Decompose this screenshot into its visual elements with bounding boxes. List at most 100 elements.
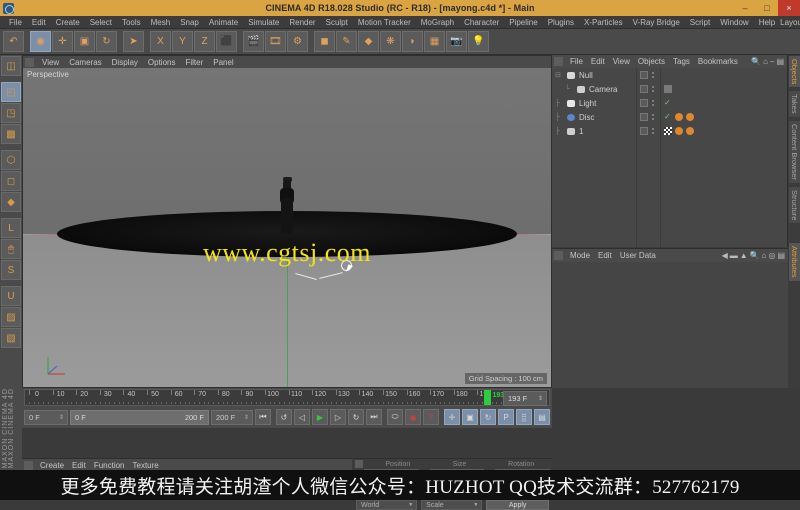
magnet-icon[interactable]: U: [1, 286, 21, 306]
texture-mode-icon[interactable]: ▩: [1, 124, 21, 144]
render-settings-icon[interactable]: ⚙: [287, 31, 308, 52]
visibility-dots[interactable]: [652, 100, 654, 106]
object-list[interactable]: ⊟ Null └ Camera ├ Light ✓ ├ Disc ✓ ├ 1: [552, 68, 787, 247]
menu-item-v-ray-bridge[interactable]: V-Ray Bridge: [628, 16, 685, 29]
play-button[interactable]: ▶: [312, 409, 328, 425]
end-frame-field[interactable]: 200 F ⇕: [211, 409, 253, 425]
scale-icon[interactable]: ▣: [74, 31, 95, 52]
scene-object-icon[interactable]: ◗: [402, 31, 423, 52]
right-tab-objects[interactable]: Objects: [788, 55, 800, 89]
menu-item-animate[interactable]: Animate: [204, 16, 243, 29]
object-row[interactable]: ├ Disc ✓: [552, 110, 787, 124]
record-active-objects-button[interactable]: ⬭: [387, 409, 403, 425]
menu-item-select[interactable]: Select: [85, 16, 117, 29]
attribute-menu-edit[interactable]: Edit: [594, 251, 616, 260]
menu-item-window[interactable]: Window: [715, 16, 753, 29]
spline-pen-icon[interactable]: ✎: [336, 31, 357, 52]
menu-item-character[interactable]: Character: [459, 16, 504, 29]
tree-expand-icon[interactable]: ⊟: [555, 71, 565, 79]
forward-icon[interactable]: ▬: [730, 251, 738, 260]
workplane-lock-icon[interactable]: ▧: [1, 328, 21, 348]
menu-item-plugins[interactable]: Plugins: [543, 16, 579, 29]
go-to-end-button[interactable]: ⏭: [366, 409, 382, 425]
check-tag-icon[interactable]: ✓: [664, 99, 672, 107]
parameter-key-button[interactable]: P: [498, 409, 514, 425]
world-coordinate-icon[interactable]: ⬛: [216, 31, 237, 52]
visibility-dots[interactable]: [652, 86, 654, 92]
object-menu-bookmarks[interactable]: Bookmarks: [694, 57, 742, 66]
lock-icon[interactable]: ⌂: [762, 251, 767, 260]
menu-item-edit[interactable]: Edit: [27, 16, 51, 29]
object-row[interactable]: ⊟ Null: [552, 68, 787, 82]
previous-keyframe-button[interactable]: ↺: [276, 409, 292, 425]
rotation-key-button[interactable]: ↻: [480, 409, 496, 425]
go-to-start-button[interactable]: ⏮: [255, 409, 271, 425]
axis-y-icon[interactable]: Y: [172, 31, 193, 52]
material-menu-texture[interactable]: Texture: [129, 461, 163, 470]
frame-range-slider[interactable]: 0 F 200 F: [70, 409, 209, 425]
environment-icon[interactable]: ▦: [424, 31, 445, 52]
object-row[interactable]: ├ Light ✓: [552, 96, 787, 110]
object-menu-view[interactable]: View: [609, 57, 634, 66]
next-keyframe-button[interactable]: ↻: [348, 409, 364, 425]
material-menu-edit[interactable]: Edit: [68, 461, 90, 470]
light-icon[interactable]: 💡: [468, 31, 489, 52]
material-tag-icon[interactable]: [686, 127, 694, 135]
material-tag-icon[interactable]: [675, 127, 683, 135]
position-key-button[interactable]: ✛: [444, 409, 460, 425]
deformer-icon[interactable]: ❋: [380, 31, 401, 52]
select-arrow-icon[interactable]: ➤: [123, 31, 144, 52]
viewport-menu-options[interactable]: Options: [143, 58, 181, 67]
keyframe-preview-button[interactable]: ▤: [534, 409, 550, 425]
point-level-animation-button[interactable]: ⣿: [516, 409, 532, 425]
axis-x-icon[interactable]: X: [150, 31, 171, 52]
primitive-cube-icon[interactable]: ◼: [314, 31, 335, 52]
object-menu-objects[interactable]: Objects: [634, 57, 669, 66]
menu-item-file[interactable]: File: [4, 16, 27, 29]
visibility-dots[interactable]: [652, 72, 654, 78]
viewport-menu-filter[interactable]: Filter: [180, 58, 208, 67]
camera-icon[interactable]: 📷: [446, 31, 467, 52]
visibility-dots[interactable]: [652, 128, 654, 134]
viewport-menu-view[interactable]: View: [37, 58, 64, 67]
visibility-dots[interactable]: [652, 114, 654, 120]
spinner-icon[interactable]: ⇕: [59, 414, 64, 421]
panel-grip-icon[interactable]: [25, 57, 34, 67]
object-menu-tags[interactable]: Tags: [669, 57, 694, 66]
menu-item-simulate[interactable]: Simulate: [243, 16, 284, 29]
edge-mode-icon[interactable]: ◻: [1, 171, 21, 191]
viewport-menu-panel[interactable]: Panel: [208, 58, 238, 67]
tree-expand-icon[interactable]: ├: [555, 100, 565, 107]
current-frame-field[interactable]: 193 F ⇕: [503, 391, 547, 406]
step-back-button[interactable]: ◁: [294, 409, 310, 425]
menu-item-sculpt[interactable]: Sculpt: [321, 16, 353, 29]
menu-item-render[interactable]: Render: [284, 16, 320, 29]
undo-icon[interactable]: ↶: [3, 31, 24, 52]
home-icon[interactable]: ⌂: [763, 57, 768, 66]
point-mode-icon[interactable]: ⬡: [1, 150, 21, 170]
layout-icon[interactable]: ▤: [777, 251, 785, 260]
apply-button[interactable]: Apply: [486, 500, 549, 510]
tree-expand-icon[interactable]: ├: [555, 114, 565, 121]
menu-item-motion-tracker[interactable]: Motion Tracker: [353, 16, 416, 29]
minus-icon[interactable]: –: [770, 57, 774, 66]
object-menu-edit[interactable]: Edit: [587, 57, 609, 66]
enable-axis-icon[interactable]: S: [1, 260, 21, 280]
coordinate-mode-select[interactable]: Scale ▼: [421, 500, 483, 510]
protection-tag-icon[interactable]: [664, 85, 672, 93]
check-tag-icon[interactable]: ✓: [664, 113, 672, 121]
material-tag-icon[interactable]: [675, 113, 683, 121]
search-icon[interactable]: 🔍: [750, 251, 760, 260]
texture-tag-icon[interactable]: [664, 127, 672, 135]
attribute-menu-user-data[interactable]: User Data: [616, 251, 660, 260]
viewport-menu-display[interactable]: Display: [107, 58, 143, 67]
texture-axis-icon[interactable]: ◫: [1, 56, 21, 76]
right-tab-structure[interactable]: Structure: [788, 185, 800, 225]
autokeying-button[interactable]: ◉: [405, 409, 421, 425]
object-name[interactable]: Camera: [589, 85, 617, 94]
spinner-icon[interactable]: ⇕: [538, 395, 543, 402]
tree-expand-icon[interactable]: ├: [555, 128, 565, 135]
viewport-canvas[interactable]: Perspective www.cgtsj.com Grid Spacing :…: [23, 68, 551, 387]
panel-grip-icon[interactable]: [24, 461, 33, 470]
visibility-toggle[interactable]: [640, 71, 648, 79]
